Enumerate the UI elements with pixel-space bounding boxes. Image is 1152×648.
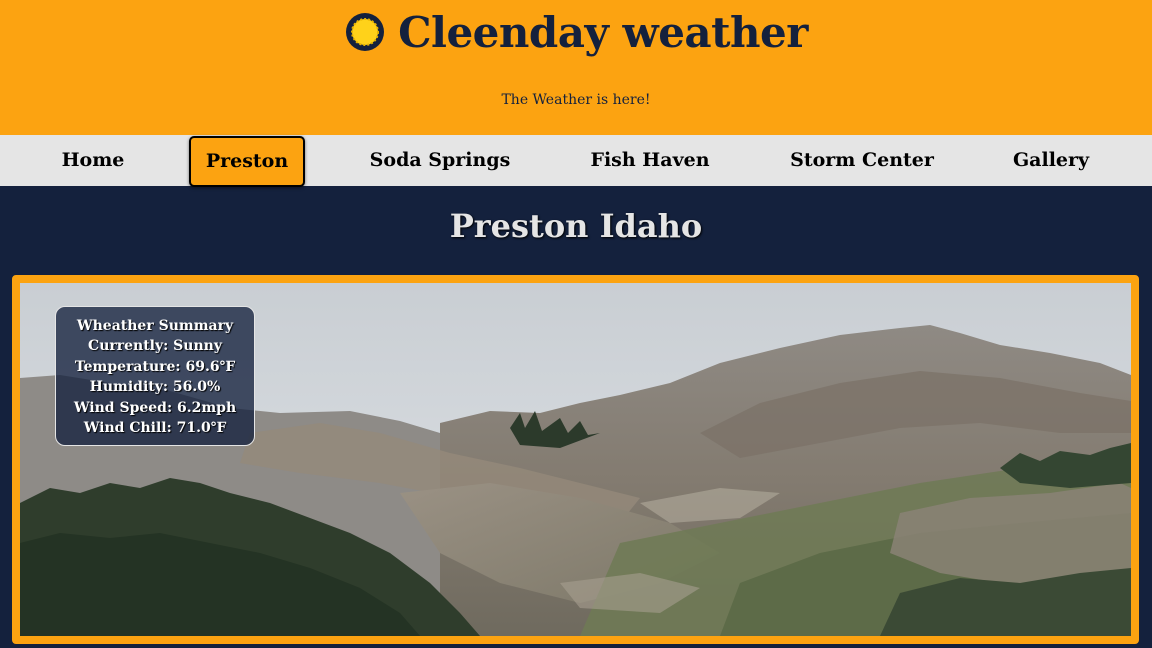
nav-item-fish-haven[interactable]: Fish Haven: [575, 135, 725, 186]
main-nav: Home Preston Soda Springs Fish Haven Sto…: [0, 135, 1152, 187]
nav-item-soda-springs[interactable]: Soda Springs: [350, 135, 530, 186]
summary-title: Wheather Summary: [76, 318, 234, 334]
site-header: Cleenday weather The Weather is here!: [0, 0, 1152, 135]
brand: Cleenday weather: [0, 6, 1152, 58]
site-title: Cleenday weather: [398, 7, 808, 57]
summary-wind-chill: Wind Chill: 71.0℉: [83, 420, 227, 437]
weather-summary: Wheather Summary Currently: Sunny Temper…: [55, 306, 255, 446]
nav-item-home[interactable]: Home: [46, 135, 140, 186]
nav-item-preston[interactable]: Preston: [189, 136, 305, 187]
page-heading: Preston Idaho: [449, 207, 703, 245]
summary-humidity: Humidity: 56.0%: [89, 379, 221, 396]
summary-currently: Currently: Sunny: [88, 338, 222, 355]
nav-item-storm-center[interactable]: Storm Center: [772, 135, 952, 186]
tagline: The Weather is here!: [501, 92, 651, 108]
sun-icon: [346, 13, 385, 51]
summary-wind-speed: Wind Speed: 6.2mph: [73, 399, 237, 416]
nav-item-gallery[interactable]: Gallery: [1000, 135, 1102, 186]
summary-temperature: Temperature: 69.6℉: [74, 358, 236, 375]
